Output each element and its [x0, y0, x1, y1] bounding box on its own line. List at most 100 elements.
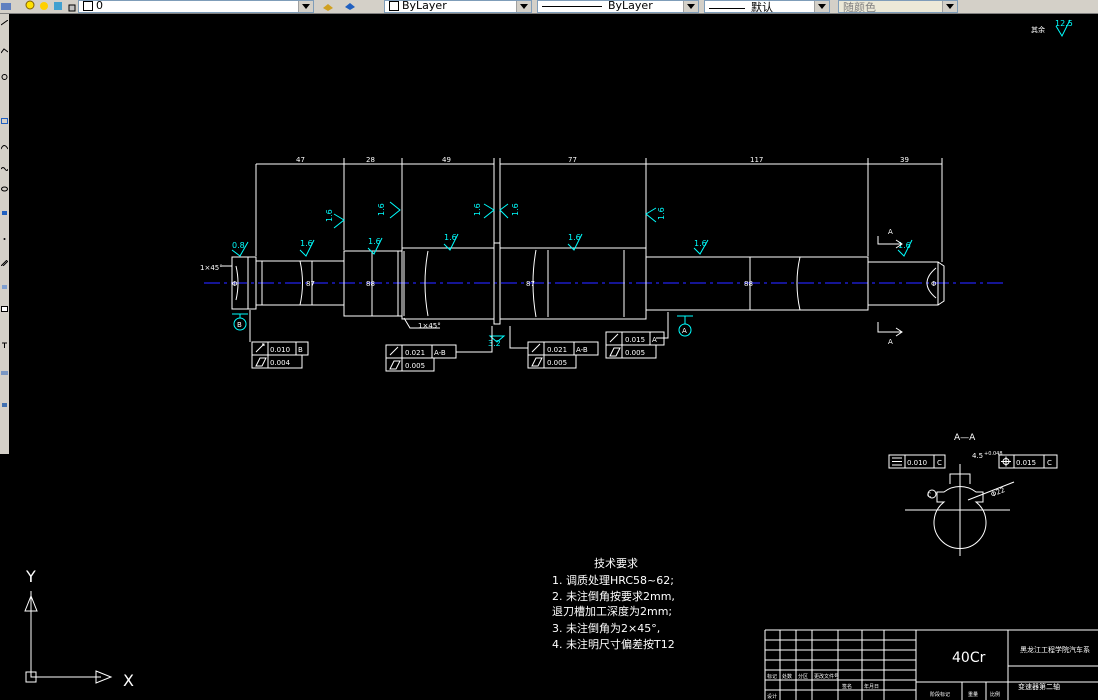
drawing-canvas[interactable]: 其余 12.5 47 28 49 77 117 39 Φ 87 88 87 88… [9, 14, 1098, 700]
roughness-value: 1.6 [444, 233, 457, 242]
title-block-label: 签名 [842, 683, 852, 690]
color-control-dropdown[interactable]: ByLayer [384, 0, 532, 13]
dimension-label: 117 [750, 156, 763, 164]
chevron-down-icon[interactable] [814, 1, 829, 12]
section-arrow-top [877, 236, 903, 249]
layer-states-icon[interactable] [0, 0, 12, 12]
roughness-value: 1.6 [568, 233, 581, 242]
dimension-label: 28 [366, 156, 375, 164]
tolerance-frame: 0.021 A-B 0.005 [385, 326, 493, 372]
ucs-x-label: X [123, 671, 134, 690]
ucs-icon [24, 591, 113, 684]
tech-requirement-item: 4. 未注明尺寸偏差按T12 [552, 637, 675, 651]
svg-text:0.021: 0.021 [405, 349, 425, 357]
chamfer-label: 1×45° [418, 322, 441, 330]
make-current-layer-icon[interactable] [322, 0, 334, 12]
tech-requirement-item: 2. 未注倒角按要求2mm, [552, 589, 675, 603]
svg-text:A-B: A-B [576, 346, 588, 354]
svg-text:0.010: 0.010 [907, 459, 927, 467]
chevron-down-icon[interactable] [298, 1, 313, 12]
title-block-label: 更改文件号 [814, 673, 839, 680]
gradient-tool-icon[interactable] [1, 402, 8, 408]
diameter-label: 87 [306, 280, 315, 288]
svg-text:C: C [937, 459, 942, 467]
linetype-value: ByLayer [608, 0, 653, 12]
hatch-tool-icon[interactable] [1, 260, 8, 266]
ellipse-tool-icon[interactable] [1, 186, 8, 192]
remaining-roughness-note: 其余 [1031, 25, 1045, 34]
point-tool-icon[interactable] [1, 236, 8, 242]
plotstyle-value: 随颜色 [843, 1, 876, 14]
title-block-label: 比例 [990, 691, 1000, 698]
svg-text:0.010: 0.010 [270, 346, 290, 354]
roughness-value: 1.6 [473, 203, 482, 216]
insert-block-icon[interactable] [1, 210, 8, 216]
dimension-label: 39 [900, 156, 909, 164]
dimension-label: 77 [568, 156, 577, 164]
svg-text:0.004: 0.004 [270, 359, 291, 367]
keyway-width: 4.5 [972, 452, 983, 460]
svg-text:B: B [298, 346, 303, 354]
lineweight-control-dropdown[interactable]: 默认 [704, 0, 830, 14]
section-diameter: Φ22 [990, 486, 1006, 499]
title-block-label: 分区 [798, 673, 808, 680]
section-marker: A [888, 338, 893, 346]
svg-text:0.005: 0.005 [625, 349, 645, 357]
lightbulb-icon[interactable] [24, 0, 36, 12]
title-block-label: 阶段标记 [930, 691, 950, 698]
diameter-label: Φ [931, 280, 937, 288]
diameter-label: 88 [366, 280, 375, 288]
datum-label: B [237, 321, 242, 329]
tech-requirement-item: 退刀槽加工深度为2mm; [552, 604, 672, 618]
layer-color-swatch [83, 1, 93, 11]
roughness-value: 1.6 [511, 203, 520, 216]
layer-previous-icon[interactable] [344, 0, 356, 12]
properties-toolbar: 0 ByLayer ByLayer 默认 随颜色 [0, 0, 1098, 14]
svg-text:0.021: 0.021 [547, 346, 567, 354]
linetype-control-dropdown[interactable]: ByLayer [537, 0, 699, 13]
ucs-y-label: Y [25, 567, 36, 586]
polyline-tool-icon[interactable] [1, 48, 8, 54]
roughness-value: 1.6 [694, 239, 707, 248]
rectangle-tool-icon[interactable] [1, 118, 8, 124]
chevron-down-icon[interactable] [683, 1, 698, 12]
school-name: 黑龙江工程学院汽车系 [1020, 645, 1090, 654]
tolerance-frame: 0.021 A-B 0.005 [509, 326, 599, 369]
chevron-down-icon[interactable] [516, 1, 531, 12]
arc-tool-icon[interactable] [1, 144, 8, 150]
keyway-tolerance: +0.048 [984, 451, 1003, 457]
title-block-label: 设计 [767, 693, 777, 700]
section-datum-label: C [927, 492, 931, 499]
dimension-lines [255, 158, 943, 262]
roughness-value: 1.6 [300, 239, 313, 248]
lock-icon[interactable] [66, 0, 78, 12]
section-marker: A [888, 228, 893, 236]
diameter-label: Φ [232, 280, 238, 288]
title-block-label: 标记 [767, 673, 777, 680]
svg-text:0.005: 0.005 [405, 362, 425, 370]
multiline-tool-icon[interactable] [1, 370, 8, 376]
line-tool-icon[interactable] [1, 20, 8, 26]
viewport-freeze-icon[interactable] [52, 0, 64, 12]
color-value: ByLayer [402, 0, 447, 12]
circle-tool-icon[interactable] [1, 74, 8, 80]
title-block-label: 年月日 [864, 683, 879, 690]
mtext-tool-icon[interactable] [1, 342, 8, 348]
spline-tool-icon[interactable] [1, 166, 8, 172]
datum-a-leader [677, 315, 693, 324]
svg-text:0.005: 0.005 [547, 359, 567, 367]
section-view [905, 464, 1015, 556]
layer-dropdown[interactable]: 0 [78, 0, 314, 13]
sun-freeze-icon[interactable] [38, 0, 50, 12]
table-tool-icon[interactable] [1, 306, 8, 312]
tech-requirements-title: 技术要求 [594, 557, 638, 570]
datum-b-leader [232, 313, 248, 318]
roughness-value: 1.6 [377, 203, 386, 216]
dimension-label: 49 [442, 156, 451, 164]
section-title: A—A [954, 433, 976, 443]
region-tool-icon[interactable] [1, 284, 8, 290]
plotstyle-control-dropdown[interactable]: 随颜色 [838, 0, 958, 14]
roughness-value-top-right: 12.5 [1055, 19, 1073, 28]
diameter-label: 87 [526, 280, 535, 288]
chevron-down-icon[interactable] [942, 1, 957, 12]
